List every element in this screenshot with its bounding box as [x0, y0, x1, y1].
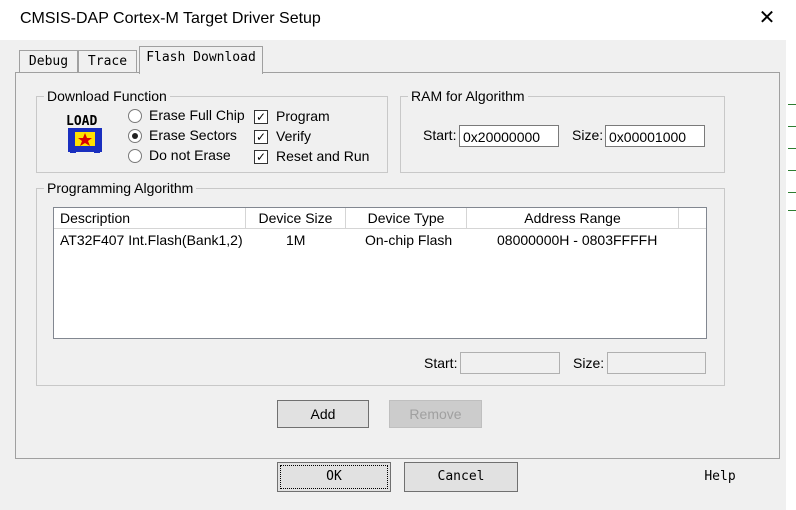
tab-flash-download[interactable]: Flash Download	[139, 46, 263, 74]
cell-device-size: 1M	[286, 232, 306, 248]
reset-and-run-label: Reset and Run	[276, 148, 370, 164]
column-header-address-range[interactable]: Address Range	[467, 208, 679, 229]
ram-start-input[interactable]: 0x20000000	[459, 125, 559, 147]
cell-description: AT32F407 Int.Flash(Bank1,2)	[60, 232, 243, 248]
erase-full-chip-radio[interactable]	[128, 109, 142, 123]
ram-for-algorithm-label: RAM for Algorithm	[408, 88, 528, 104]
column-header-device-size[interactable]: Device Size	[246, 208, 346, 229]
algo-size-input[interactable]	[607, 352, 706, 374]
algo-start-label: Start:	[424, 355, 458, 371]
erase-sectors-radio[interactable]	[128, 129, 142, 143]
load-icon: LOAD	[66, 113, 106, 155]
column-header-filler	[679, 208, 706, 229]
algo-start-input[interactable]	[460, 352, 560, 374]
cancel-button[interactable]: Cancel	[404, 462, 518, 492]
ram-start-label: Start:	[423, 127, 457, 143]
close-icon[interactable]: ✕	[757, 8, 777, 28]
cell-device-type: On-chip Flash	[365, 232, 453, 248]
verify-checkbox[interactable]: ✓	[254, 130, 268, 144]
add-button[interactable]: Add	[277, 400, 369, 428]
verify-label: Verify	[276, 128, 312, 144]
remove-button[interactable]: Remove	[389, 400, 482, 428]
erase-full-chip-label: Erase Full Chip	[149, 107, 245, 123]
do-not-erase-label: Do not Erase	[149, 147, 231, 163]
download-function-label: Download Function	[44, 88, 170, 104]
program-label: Program	[276, 108, 330, 124]
load-icon-text: LOAD	[66, 114, 97, 129]
programming-algorithm-label: Programming Algorithm	[44, 180, 197, 196]
algorithm-table[interactable]: Description Device Size Device Type Addr…	[53, 207, 707, 339]
ram-size-label: Size:	[572, 127, 604, 143]
cell-address-range: 08000000H - 0803FFFFH	[497, 232, 658, 248]
background-window-edge	[786, 40, 796, 510]
ok-button[interactable]: OK	[277, 462, 391, 492]
program-checkbox[interactable]: ✓	[254, 110, 268, 124]
tab-debug[interactable]: Debug	[19, 50, 78, 73]
column-header-device-type[interactable]: Device Type	[346, 208, 467, 229]
reset-and-run-checkbox[interactable]: ✓	[254, 150, 268, 164]
window-title: CMSIS-DAP Cortex-M Target Driver Setup	[20, 10, 321, 27]
column-header-description[interactable]: Description	[54, 208, 246, 229]
tab-trace[interactable]: Trace	[78, 50, 137, 73]
ram-size-input[interactable]: 0x00001000	[605, 125, 705, 147]
erase-sectors-label: Erase Sectors	[149, 127, 237, 143]
algo-size-label: Size:	[573, 355, 605, 371]
do-not-erase-radio[interactable]	[128, 149, 142, 163]
help-button[interactable]: Help	[660, 462, 780, 492]
